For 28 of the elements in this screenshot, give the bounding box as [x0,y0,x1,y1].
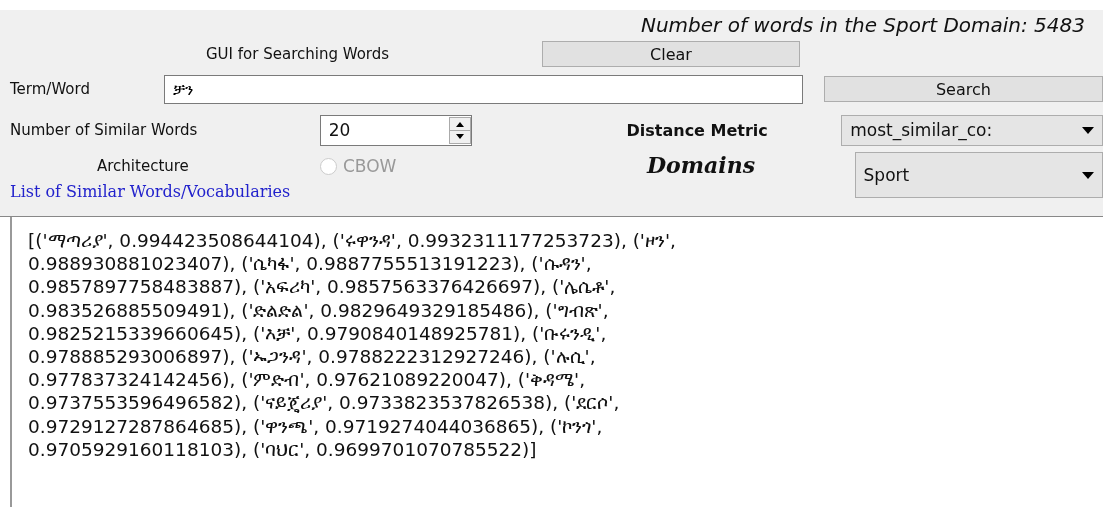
result-line: 0.9825215339660645), ('እቻ', 0.9790840148925781), ('ቡሩንዲ', [28,321,608,345]
result-line: 0.9737553596496582), ('ናይጄሪያ', 0.9733823537826538), ('ደርሶ', [28,391,621,415]
distance-metric-label: Distance Metric [626,120,769,140]
domains-dropdown[interactable]: Sport [854,152,1103,198]
dropdown-caret-icon [1082,126,1094,134]
list-title: List of Similar Words/Vocabularies [10,182,292,201]
similar-count-spinbox[interactable]: 20 [319,114,472,146]
result-line: [('ማጣሪያ', 0.994423508644104), ('ሩዋንዳ', 0.9932311177253723), ('ዞን', [28,229,677,253]
search-button[interactable]: Search [823,76,1103,102]
result-line: 0.9705929160118103), ('ባህር', 0.9699701070785522)] [28,437,538,462]
result-line: 0.983526885509491), ('ድልድል', 0.9829649329185486), ('ግብጽ', [28,298,610,322]
domains-label: Domains [647,152,757,178]
architecture-label: Architecture [97,157,190,175]
term-label: Term/Word [10,80,91,98]
result-line: 0.978885293006897), ('ኡጋንዳ', 0.9788222312927246), ('ሉሲ', [28,345,597,369]
distance-metric-dropdown[interactable]: most_similar_co: [841,114,1103,146]
result-line: 0.9729127287864685), ('ዋንጫ', 0.9719274044036865), ('ኮንጎ', [28,414,604,438]
word-count-title: Number of words in the Sport Domain: 5483 [640,12,1085,39]
gui-label: GUI for Searching Words [206,45,391,63]
dropdown-caret-icon [1082,171,1094,179]
term-input[interactable]: ቻን [163,74,803,104]
clear-button[interactable]: Clear [542,41,800,67]
cbow-label: CBOW [343,156,398,176]
result-line: 0.977837324142456), ('ምድብ', 0.97621089220047), ('ቅዳሜ', [28,368,587,392]
result-line: 0.988930881023407), ('ሴካፋ', 0.9887755513191223), ('ሱዳን', [28,252,593,276]
spinner-arrows-icon [448,116,471,144]
similar-count-label: Number of Similar Words [10,121,199,139]
result-line: 0.9857897758483887), ('አፍሪካ', 0.9857563376426697), ('ሌሴቶ', [28,275,617,299]
